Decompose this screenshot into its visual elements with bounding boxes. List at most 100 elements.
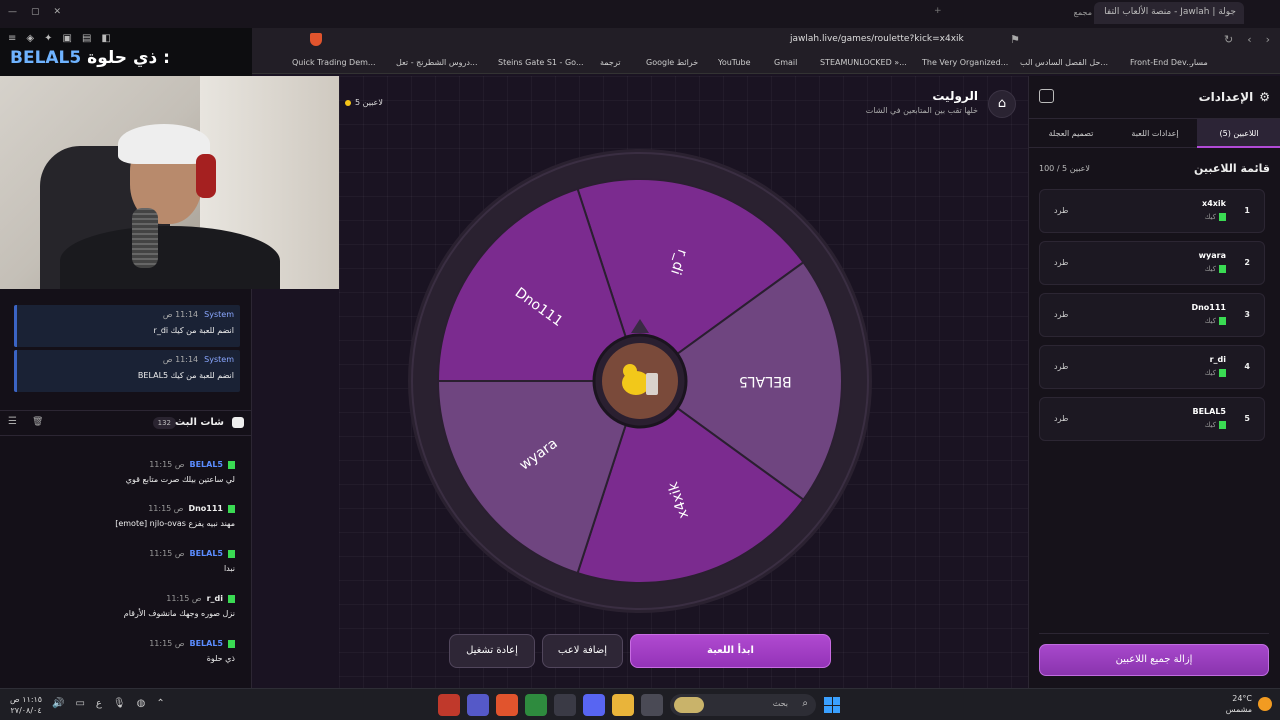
message-text: BELAL5 انضم للعبة من كيك (137, 371, 234, 380)
network-icon[interactable]: ◍ (137, 698, 146, 709)
platform-label: كيك (1204, 421, 1216, 429)
bookmark-item[interactable]: حل الفصل السادس الب... (1020, 58, 1108, 67)
kick-button[interactable]: طرد (1054, 206, 1068, 215)
message-text: ذي حلوة (206, 654, 235, 663)
bookmark-item[interactable]: Front-End Dev... (1130, 58, 1194, 67)
back-icon[interactable]: ‹ (1247, 33, 1251, 46)
bookmark-icon[interactable]: ⚑ (1010, 33, 1020, 46)
wallet-icon[interactable]: ◧ (101, 33, 110, 44)
weather-desc: مشمس (1225, 705, 1252, 714)
extension-icon[interactable]: ✦ (44, 33, 52, 44)
taskbar-clock[interactable]: ١١:١٥ ص ٢٧/٠٨/٠٤ (10, 694, 42, 716)
tab-players[interactable]: اللاعبين (5) (1197, 119, 1280, 148)
message-author[interactable]: r_di (207, 594, 223, 603)
menu-icon[interactable]: ≡ (8, 33, 16, 44)
teams-app-icon[interactable] (467, 694, 489, 716)
reload-icon[interactable]: ↻ (1224, 33, 1233, 46)
taskview-app-icon[interactable] (641, 694, 663, 716)
minimize-icon[interactable]: — (8, 7, 17, 17)
taskbar-search[interactable]: بحث ⌕ (670, 694, 816, 716)
tab-icon[interactable]: ▤ (82, 33, 91, 44)
bookmark-item[interactable]: ترجمة (600, 58, 621, 67)
weather-widget[interactable]: 24°C مشمس (1226, 693, 1272, 715)
overlay-caption: BELAL5 ذي حلوة : (10, 48, 170, 68)
mic-icon[interactable]: 🎙 (113, 698, 126, 709)
bookmark-item[interactable]: The Very Organized... (922, 58, 1008, 67)
window-icon[interactable]: ▣ (62, 33, 71, 44)
settings-title: الإعدادات ⚙ (1199, 90, 1270, 104)
tab-wheel-design[interactable]: تصميم العجلة (1029, 119, 1113, 148)
kick-badge-icon (228, 460, 235, 469)
player-platform: كيك (1205, 369, 1226, 377)
window-controls: — ▢ ✕ (8, 7, 61, 17)
message-author[interactable]: Dno111 (188, 504, 223, 513)
tab-other[interactable]: مجمع (1074, 8, 1092, 17)
chat-title: شات البث (175, 417, 224, 428)
brave-app-icon[interactable] (496, 694, 518, 716)
remove-all-players-button[interactable]: إزالة جميع اللاعبين (1039, 644, 1269, 676)
tab-active[interactable]: جولة | Jawlah - منصة الألعاب التفا (1094, 2, 1244, 24)
discord-app-icon[interactable] (583, 694, 605, 716)
kick-button[interactable]: طرد (1054, 258, 1068, 267)
collapse-panel-icon[interactable] (1039, 89, 1054, 103)
bookmark-item[interactable]: مسار (1190, 58, 1208, 67)
bookmark-item[interactable]: Steins Gate S1 - Go... (498, 58, 584, 67)
bookmark-item[interactable]: Gmail (774, 58, 797, 67)
tab-active-title: جولة | Jawlah - منصة الألعاب التفا (1104, 7, 1236, 17)
home-button[interactable]: ⌂ (988, 90, 1016, 118)
close-window-icon[interactable]: ✕ (54, 7, 62, 17)
bookmark-item[interactable]: YouTube (718, 58, 751, 67)
forward-icon[interactable]: › (1266, 33, 1270, 46)
brave-shield-icon[interactable] (310, 33, 322, 46)
xbox-app-icon[interactable] (525, 694, 547, 716)
bookmark-item[interactable]: دروس الشطرنج - تعل... (396, 58, 478, 67)
add-player-button[interactable]: إضافة لاعب (542, 634, 623, 668)
display-icon[interactable]: ▭ (75, 698, 84, 709)
maximize-icon[interactable]: ▢ (31, 7, 40, 17)
url-field[interactable]: jawlah.live/games/roulette?kick=x4xik (790, 34, 964, 44)
kick-button[interactable]: طرد (1054, 414, 1068, 423)
chat-menu-icon[interactable]: ☰ (8, 416, 17, 427)
windows-start-icon[interactable] (824, 697, 840, 713)
status-dot-icon (345, 99, 351, 106)
platform-label: كيك (1204, 369, 1216, 377)
search-doodle-icon (674, 697, 704, 713)
platform-label: كيك (1204, 317, 1216, 325)
start-game-button[interactable]: ابدأ اللعبة (630, 634, 831, 668)
player-name: Dno111 (1191, 303, 1226, 312)
volume-icon[interactable]: 🔊 (52, 698, 64, 709)
chat-message: 11:15 ص BELAL5 لي ساعتين بيلك صرت متابع ق… (15, 460, 235, 484)
platform-label: كيك (1204, 265, 1216, 273)
message-author[interactable]: BELAL5 (189, 460, 223, 469)
kick-button[interactable]: طرد (1054, 362, 1068, 371)
bookmark-item[interactable]: Quick Trading Dem... (292, 58, 376, 67)
bookmark-item[interactable]: Google خرائط (646, 58, 698, 67)
tab-game-settings[interactable]: إعدادات اللعبة (1113, 119, 1197, 148)
new-tab-icon[interactable]: + (934, 6, 942, 16)
recorder-app-icon[interactable] (438, 694, 460, 716)
message-text: نزل صوره وجهك مانشوف الأرقام (123, 609, 235, 618)
bookmark-item[interactable]: STEAMUNLOCKED »... (820, 58, 907, 67)
player-number: 5 (1244, 414, 1250, 423)
message-author[interactable]: BELAL5 (189, 549, 223, 558)
language-icon[interactable]: ع (96, 698, 102, 709)
chat-header: ☰ 🗑 132 شات البث (0, 410, 252, 436)
shield-icon[interactable]: ◈ (26, 33, 34, 44)
kick-button[interactable]: طرد (1054, 310, 1068, 319)
message-author[interactable]: BELAL5 (189, 639, 223, 648)
message-time: 11:15 ص (149, 549, 185, 558)
nav-controls: ↻ ‹ › (1224, 33, 1270, 46)
message-time: 11:15 ص (148, 504, 184, 513)
roulette-wheel[interactable]: r_di BELAL5 x4xik wyara Dno111 (405, 146, 875, 616)
tray-chevron-icon[interactable]: ⌃ (156, 698, 164, 709)
players-count: 5 لاعبين (345, 98, 383, 107)
explorer-app-icon[interactable] (612, 694, 634, 716)
player-row: 4 r_di كيك طرد (1039, 345, 1265, 389)
kick-badge-icon (228, 594, 235, 603)
trash-icon[interactable]: 🗑 (32, 417, 43, 427)
gear-icon: ⚙ (1259, 90, 1270, 104)
restart-button[interactable]: إعادة تشغيل (449, 634, 535, 668)
store-app-icon[interactable] (554, 694, 576, 716)
player-name: wyara (1198, 251, 1226, 260)
duck-head (623, 364, 637, 378)
